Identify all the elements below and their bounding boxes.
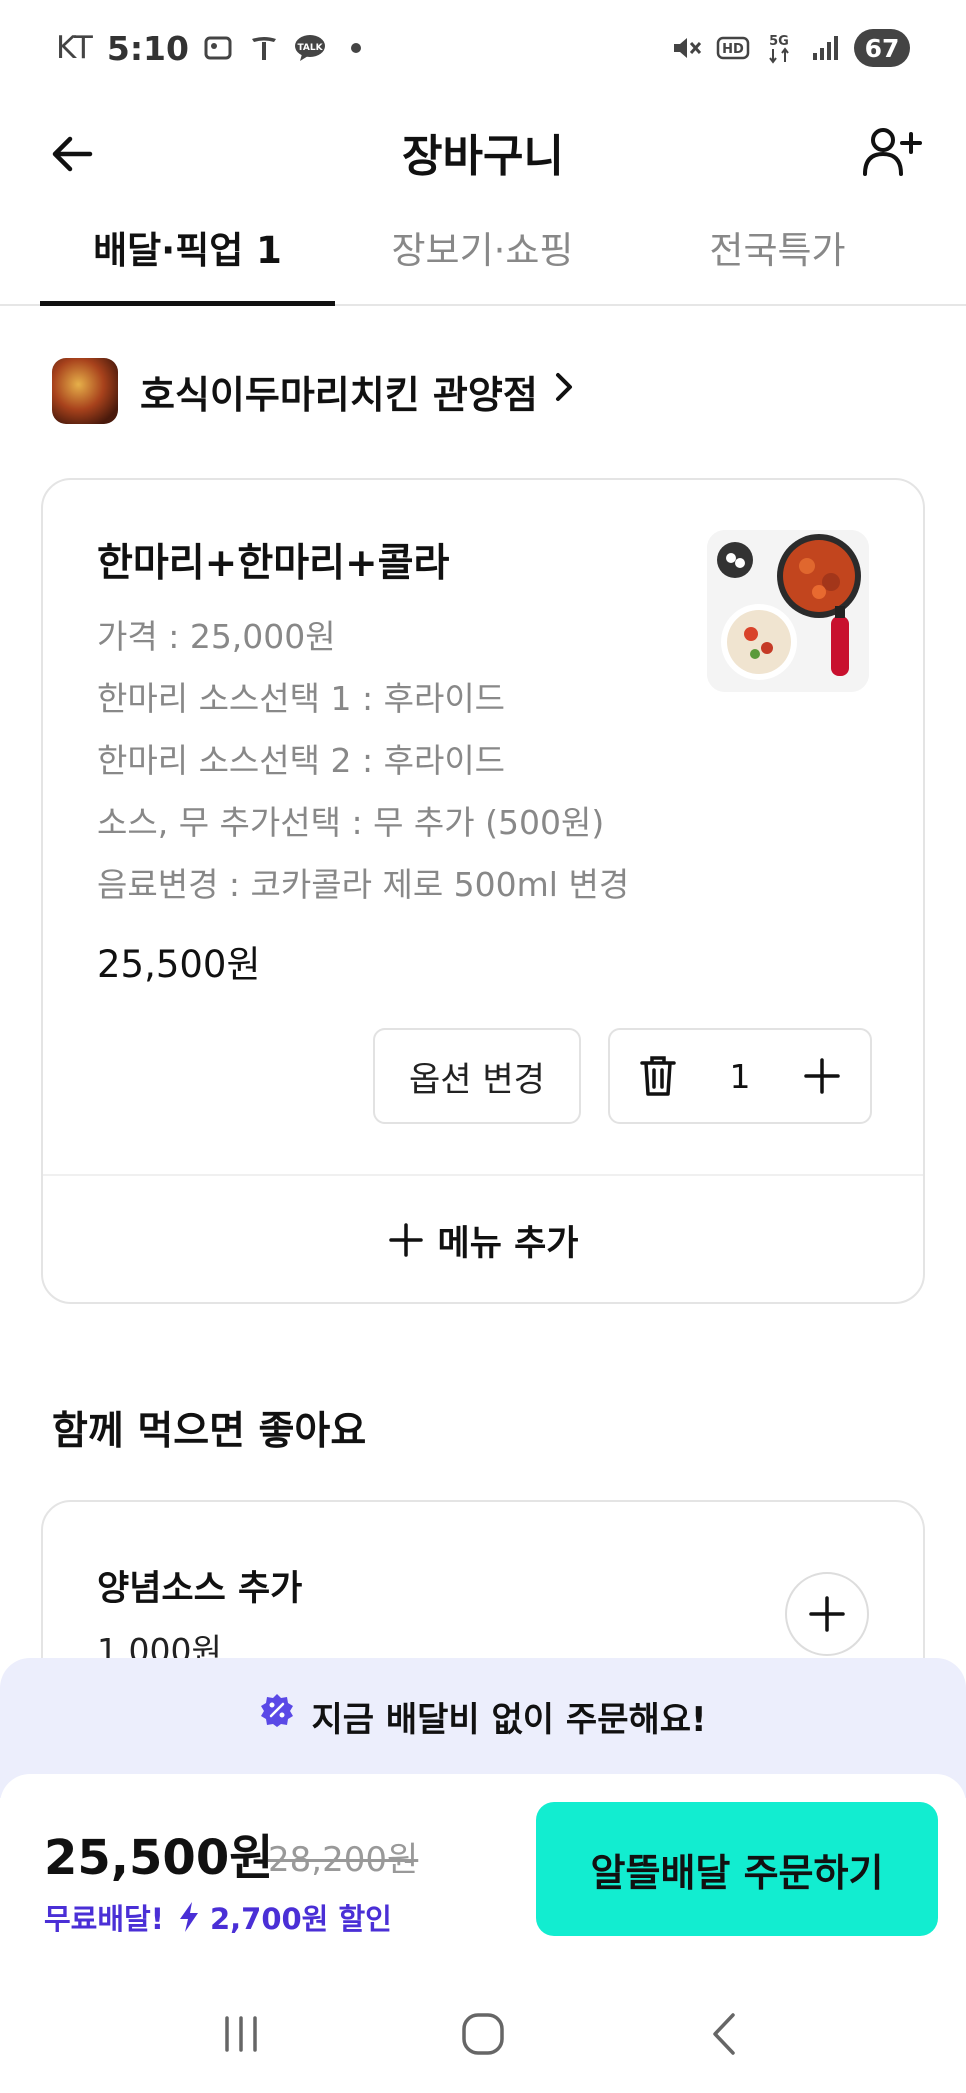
trash-icon <box>640 1056 676 1096</box>
svg-text:5G: 5G <box>769 34 789 49</box>
original-price: 28,200원 <box>268 1840 419 1880</box>
promo-text: 지금 배달비 없이 주문해요! <box>311 1700 707 1740</box>
plus-icon <box>388 1223 423 1257</box>
increase-button[interactable] <box>794 1048 850 1104</box>
discount-info: 무료배달! 2,700원 할인 <box>44 1896 392 1938</box>
item-options: 가격 : 25,000원 한마리 소스선택 1 : 후라이드 한마리 소스선택 … <box>97 606 697 916</box>
quantity-stepper: 1 <box>608 1028 872 1124</box>
item-option: 한마리 소스선택 2 : 후라이드 <box>97 741 506 780</box>
signal-icon <box>808 31 842 65</box>
tab-delivery-pickup[interactable]: 배달·픽업 1 <box>40 216 335 306</box>
free-delivery-label: 무료배달! <box>44 1902 164 1936</box>
plus-icon <box>809 1596 845 1632</box>
item-name: 한마리+한마리+콜라 <box>97 541 450 586</box>
recent-apps-icon <box>225 2015 257 2052</box>
item-option: 소스, 무 추가선택 : 무 추가 (500원) <box>97 803 605 842</box>
delete-button[interactable] <box>630 1048 686 1104</box>
svg-text:TALK: TALK <box>297 43 323 53</box>
dot-icon <box>339 31 373 65</box>
gallery-icon <box>201 31 235 65</box>
add-menu-label: 메뉴 추가 <box>437 1223 579 1264</box>
add-menu-button[interactable]: 메뉴 추가 <box>43 1176 923 1304</box>
invite-button[interactable] <box>854 114 930 190</box>
cart-item-card: 한마리+한마리+콜라 가격 : 25,000원 한마리 소스선택 1 : 후라이… <box>41 478 925 1304</box>
recommendation-item-name: 양념소스 추가 <box>97 1569 303 1609</box>
store-link[interactable]: 호식이두마리치킨 관양점 <box>52 358 576 424</box>
order-button[interactable]: 알뜰배달 주문하기 <box>536 1802 938 1936</box>
tesla-icon <box>247 31 281 65</box>
carrier-label: KT <box>56 30 93 66</box>
checkout-panel: 25,500원 28,200원 무료배달! 2,700원 할인 알뜰배달 주문하… <box>0 1774 966 1974</box>
item-option: 음료변경 : 코카콜라 제로 500ml 변경 <box>97 865 630 904</box>
recent-apps-button[interactable] <box>201 1994 281 2074</box>
item-option: 가격 : 25,000원 <box>97 617 336 656</box>
discount-amount: 2,700원 할인 <box>209 1902 392 1936</box>
system-back-button[interactable] <box>685 1994 765 2074</box>
hd-icon: HD <box>716 31 750 65</box>
status-time: 5:10 <box>106 28 189 68</box>
add-person-icon <box>863 128 922 176</box>
lightning-icon <box>179 1902 198 1932</box>
chevron-left-icon <box>713 2012 735 2055</box>
tab-nationwide-deals[interactable]: 전국특가 <box>630 216 925 304</box>
total-price: 25,500원 <box>44 1830 274 1886</box>
system-nav-bar <box>0 1974 966 2093</box>
chevron-right-icon <box>554 369 576 414</box>
tab-grocery-shopping[interactable]: 장보기·쇼핑 <box>335 216 630 304</box>
tab-bar: 배달·픽업 1 장보기·쇼핑 전국특가 <box>0 216 966 306</box>
option-change-button[interactable]: 옵션 변경 <box>373 1028 581 1124</box>
discount-badge-icon <box>261 1694 294 1727</box>
recommendation-title: 함께 먹으면 좋아요 <box>52 1409 367 1454</box>
battery-indicator: 67 <box>854 29 910 67</box>
item-total-price: 25,500원 <box>97 943 261 986</box>
svg-text:HD: HD <box>722 42 744 57</box>
home-button[interactable] <box>443 1994 523 2074</box>
home-icon <box>462 2012 504 2055</box>
page-title: 장바구니 <box>402 131 564 182</box>
plus-icon <box>804 1058 840 1094</box>
store-thumbnail <box>52 358 118 424</box>
item-image <box>707 530 869 692</box>
mute-icon <box>670 31 704 65</box>
app-header: 장바구니 <box>0 96 966 236</box>
talk-icon: TALK <box>293 31 327 65</box>
recommendation-add-button[interactable] <box>785 1572 869 1656</box>
5g-icon: 5G <box>762 31 796 65</box>
quantity-value: 1 <box>729 1056 751 1096</box>
status-bar: KT 5:10 TALK HD 5G 67 <box>0 0 966 96</box>
store-name: 호식이두마리치킨 관양점 <box>140 372 538 417</box>
item-option: 한마리 소스선택 1 : 후라이드 <box>97 679 506 718</box>
